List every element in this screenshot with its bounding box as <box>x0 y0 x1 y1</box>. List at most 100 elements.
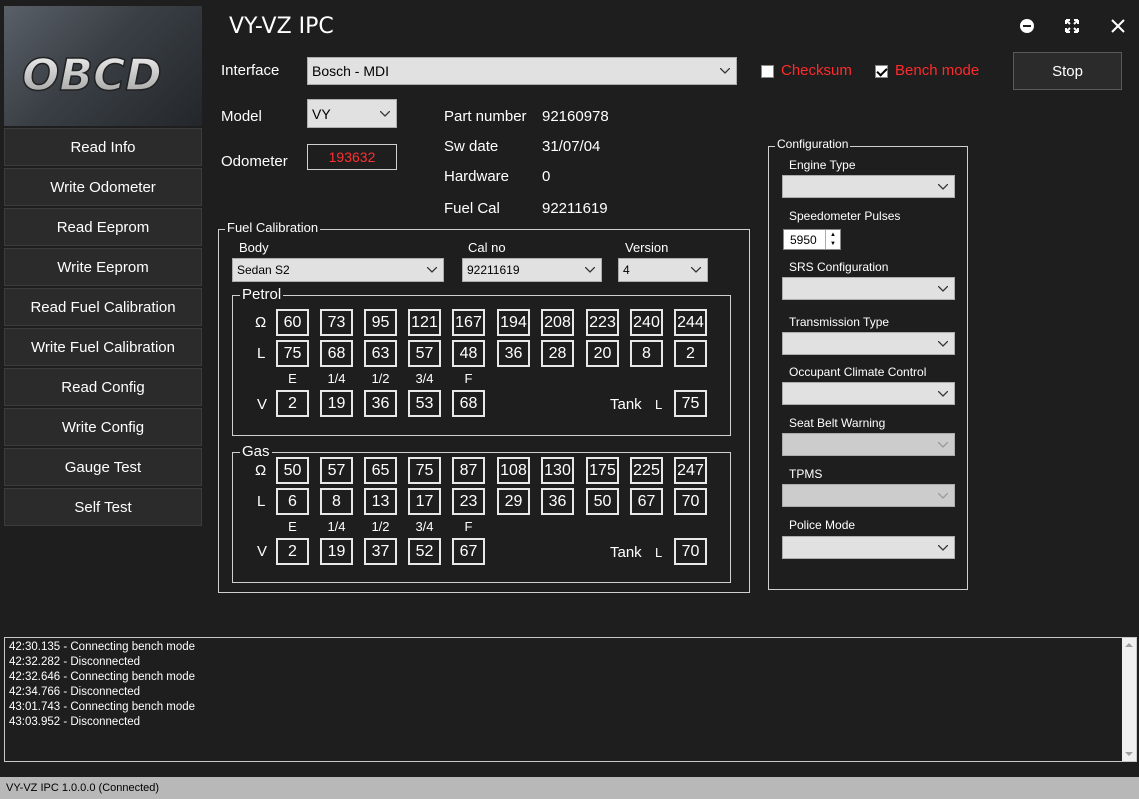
petrol-ohm-input[interactable]: 167 <box>452 309 485 336</box>
gas-litres-input[interactable]: 8 <box>320 488 353 515</box>
petrol-volts-input[interactable]: 19 <box>320 390 353 417</box>
gauge-test-button[interactable]: Gauge Test <box>4 448 202 486</box>
minimize-icon[interactable] <box>1015 14 1039 38</box>
cal-no-label: Cal no <box>468 240 506 255</box>
gas-litres-input[interactable]: 36 <box>541 488 574 515</box>
stop-button[interactable]: Stop <box>1013 52 1122 90</box>
checksum-checkbox[interactable] <box>761 65 774 78</box>
close-icon[interactable] <box>1106 14 1130 38</box>
petrol-ohm-input[interactable]: 60 <box>276 309 309 336</box>
read-info-button[interactable]: Read Info <box>4 128 202 166</box>
gas-litres-input[interactable]: 70 <box>674 488 707 515</box>
maximize-icon[interactable] <box>1060 14 1084 38</box>
gas-ohm-input[interactable]: 75 <box>408 457 441 484</box>
transmission-type-select[interactable] <box>782 332 955 355</box>
petrol-volts-input[interactable]: 53 <box>408 390 441 417</box>
gas-ohm-input[interactable]: 108 <box>497 457 530 484</box>
gas-litres-input[interactable]: 23 <box>452 488 485 515</box>
gas-tank-input[interactable]: 70 <box>674 538 707 565</box>
occupant-climate-control-select[interactable] <box>782 382 955 405</box>
write-odometer-button[interactable]: Write Odometer <box>4 168 202 206</box>
gas-ohm-input[interactable]: 175 <box>586 457 619 484</box>
body-select[interactable]: Sedan S2 <box>232 258 444 282</box>
petrol-legend: Petrol <box>240 286 284 303</box>
gas-tank-l-label: L <box>655 545 663 560</box>
gas-ohm-input[interactable]: 87 <box>452 457 485 484</box>
fuel-cal-value: 92211619 <box>542 200 608 217</box>
petrol-ohm-input[interactable]: 73 <box>320 309 353 336</box>
petrol-volts-input[interactable]: 68 <box>452 390 485 417</box>
petrol-litres-input[interactable]: 36 <box>497 340 530 367</box>
log-scrollbar[interactable] <box>1122 638 1136 761</box>
petrol-ohm-input[interactable]: 121 <box>408 309 441 336</box>
checksum-label[interactable]: Checksum <box>781 62 852 79</box>
gas-litres-input[interactable]: 13 <box>364 488 397 515</box>
gas-ohm-input[interactable]: 50 <box>276 457 309 484</box>
gas-litres-input[interactable]: 29 <box>497 488 530 515</box>
gas-ohm-input[interactable]: 130 <box>541 457 574 484</box>
gas-ohm-input[interactable]: 247 <box>674 457 707 484</box>
engine-type-select[interactable] <box>782 175 955 198</box>
gas-litres-input[interactable]: 6 <box>276 488 309 515</box>
police-mode-select[interactable] <box>782 536 955 559</box>
write-eeprom-button[interactable]: Write Eeprom <box>4 248 202 286</box>
petrol-volts-input[interactable]: 2 <box>276 390 309 417</box>
petrol-ohm-input[interactable]: 240 <box>630 309 663 336</box>
read-fuel-calibration-button[interactable]: Read Fuel Calibration <box>4 288 202 326</box>
gas-volts-input[interactable]: 2 <box>276 538 309 565</box>
spin-down-icon[interactable]: ▼ <box>826 239 840 248</box>
seat-belt-warning-select[interactable] <box>782 433 955 456</box>
cal-no-select[interactable]: 92211619 <box>462 258 602 282</box>
write-config-button[interactable]: Write Config <box>4 408 202 446</box>
gas-litres-input[interactable]: 17 <box>408 488 441 515</box>
configuration-legend: Configuration <box>775 137 851 151</box>
petrol-ohm-input[interactable]: 244 <box>674 309 707 336</box>
gas-litres-input[interactable]: 50 <box>586 488 619 515</box>
odometer-input[interactable]: 193632 <box>307 144 397 170</box>
gas-volts-input[interactable]: 37 <box>364 538 397 565</box>
self-test-button[interactable]: Self Test <box>4 488 202 526</box>
window-title: VY-VZ IPC <box>229 14 334 39</box>
petrol-litres-input[interactable]: 68 <box>320 340 353 367</box>
gas-level-mark: 1/4 <box>327 519 346 534</box>
petrol-litres-input[interactable]: 8 <box>630 340 663 367</box>
gas-volts-input[interactable]: 67 <box>452 538 485 565</box>
bench-mode-label[interactable]: Bench mode <box>895 62 979 79</box>
version-select[interactable]: 4 <box>618 258 708 282</box>
chevron-down-icon <box>380 110 390 117</box>
petrol-litres-input[interactable]: 57 <box>408 340 441 367</box>
gas-ohm-input[interactable]: 65 <box>364 457 397 484</box>
petrol-litres-input[interactable]: 75 <box>276 340 309 367</box>
model-select[interactable]: VY <box>307 99 397 128</box>
gas-volts-input[interactable]: 19 <box>320 538 353 565</box>
spin-up-icon[interactable]: ▲ <box>826 230 840 239</box>
read-config-button[interactable]: Read Config <box>4 368 202 406</box>
tpms-select[interactable] <box>782 484 955 507</box>
speedometer-pulses-stepper[interactable]: 5950 ▲ ▼ <box>783 229 841 250</box>
petrol-litres-input[interactable]: 20 <box>586 340 619 367</box>
petrol-litres-input[interactable]: 63 <box>364 340 397 367</box>
read-eeprom-button[interactable]: Read Eeprom <box>4 208 202 246</box>
gas-ohm-input[interactable]: 225 <box>630 457 663 484</box>
petrol-litres-input[interactable]: 2 <box>674 340 707 367</box>
petrol-litres-label: L <box>257 345 266 362</box>
write-fuel-calibration-button[interactable]: Write Fuel Calibration <box>4 328 202 366</box>
petrol-volts-input[interactable]: 36 <box>364 390 397 417</box>
app-logo: OBCD <box>4 6 202 126</box>
petrol-litres-input[interactable]: 48 <box>452 340 485 367</box>
speedometer-pulses-label: Speedometer Pulses <box>789 209 901 223</box>
petrol-ohm-input[interactable]: 208 <box>541 309 574 336</box>
log-output[interactable]: 42:30.135 - Connecting bench mode 42:32.… <box>4 637 1137 762</box>
srs-configuration-select[interactable] <box>782 277 955 300</box>
petrol-ohm-input[interactable]: 223 <box>586 309 619 336</box>
gas-volts-input[interactable]: 52 <box>408 538 441 565</box>
interface-select[interactable]: Bosch - MDI <box>307 57 737 85</box>
petrol-litres-input[interactable]: 28 <box>541 340 574 367</box>
petrol-tank-input[interactable]: 75 <box>674 390 707 417</box>
gas-litres-input[interactable]: 67 <box>630 488 663 515</box>
interface-value: Bosch - MDI <box>312 63 390 79</box>
petrol-ohm-input[interactable]: 95 <box>364 309 397 336</box>
gas-ohm-input[interactable]: 57 <box>320 457 353 484</box>
bench-mode-checkbox[interactable] <box>875 65 888 78</box>
petrol-ohm-input[interactable]: 194 <box>497 309 530 336</box>
